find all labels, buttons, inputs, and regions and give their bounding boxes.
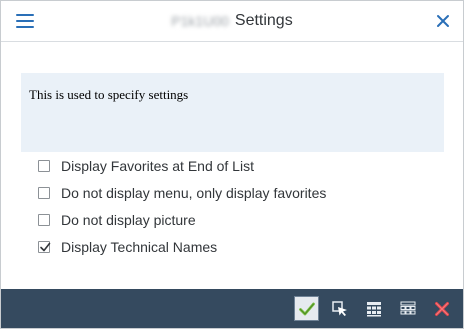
info-panel: This is used to specify settings — [21, 73, 444, 152]
cancel-x-icon[interactable] — [429, 296, 454, 321]
option-label: Display Favorites at End of List — [61, 158, 254, 174]
option-label: Display Technical Names — [61, 239, 218, 255]
grid-icon[interactable] — [361, 296, 386, 321]
grid-alt-icon[interactable] — [395, 296, 420, 321]
option-label: Do not display menu, only display favori… — [61, 185, 327, 201]
dialog-footer — [1, 289, 463, 328]
checkbox-checked[interactable] — [38, 241, 51, 253]
close-icon[interactable] — [435, 13, 451, 29]
option-favorites-at-end[interactable]: Display Favorites at End of List — [38, 157, 254, 175]
select-cursor-icon[interactable] — [327, 296, 352, 321]
checkbox[interactable] — [38, 160, 50, 172]
checkbox[interactable] — [38, 187, 50, 199]
option-technical-names[interactable]: Display Technical Names — [38, 238, 217, 256]
settings-dialog: P1k1U00 Settings This is used to specify… — [0, 0, 464, 329]
dialog-title: P1k1U00 Settings — [1, 1, 463, 41]
dialog-header: P1k1U00 Settings — [1, 1, 463, 42]
checkmark-icon — [40, 242, 51, 252]
info-text: This is used to specify settings — [29, 87, 189, 102]
option-only-favorites[interactable]: Do not display menu, only display favori… — [38, 184, 326, 202]
option-no-picture[interactable]: Do not display picture — [38, 211, 196, 229]
blurred-system-id: P1k1U00 — [171, 13, 229, 29]
title-text: Settings — [234, 12, 293, 29]
option-label: Do not display picture — [61, 212, 196, 228]
checkbox[interactable] — [38, 214, 50, 226]
ok-check-icon[interactable] — [294, 296, 319, 321]
